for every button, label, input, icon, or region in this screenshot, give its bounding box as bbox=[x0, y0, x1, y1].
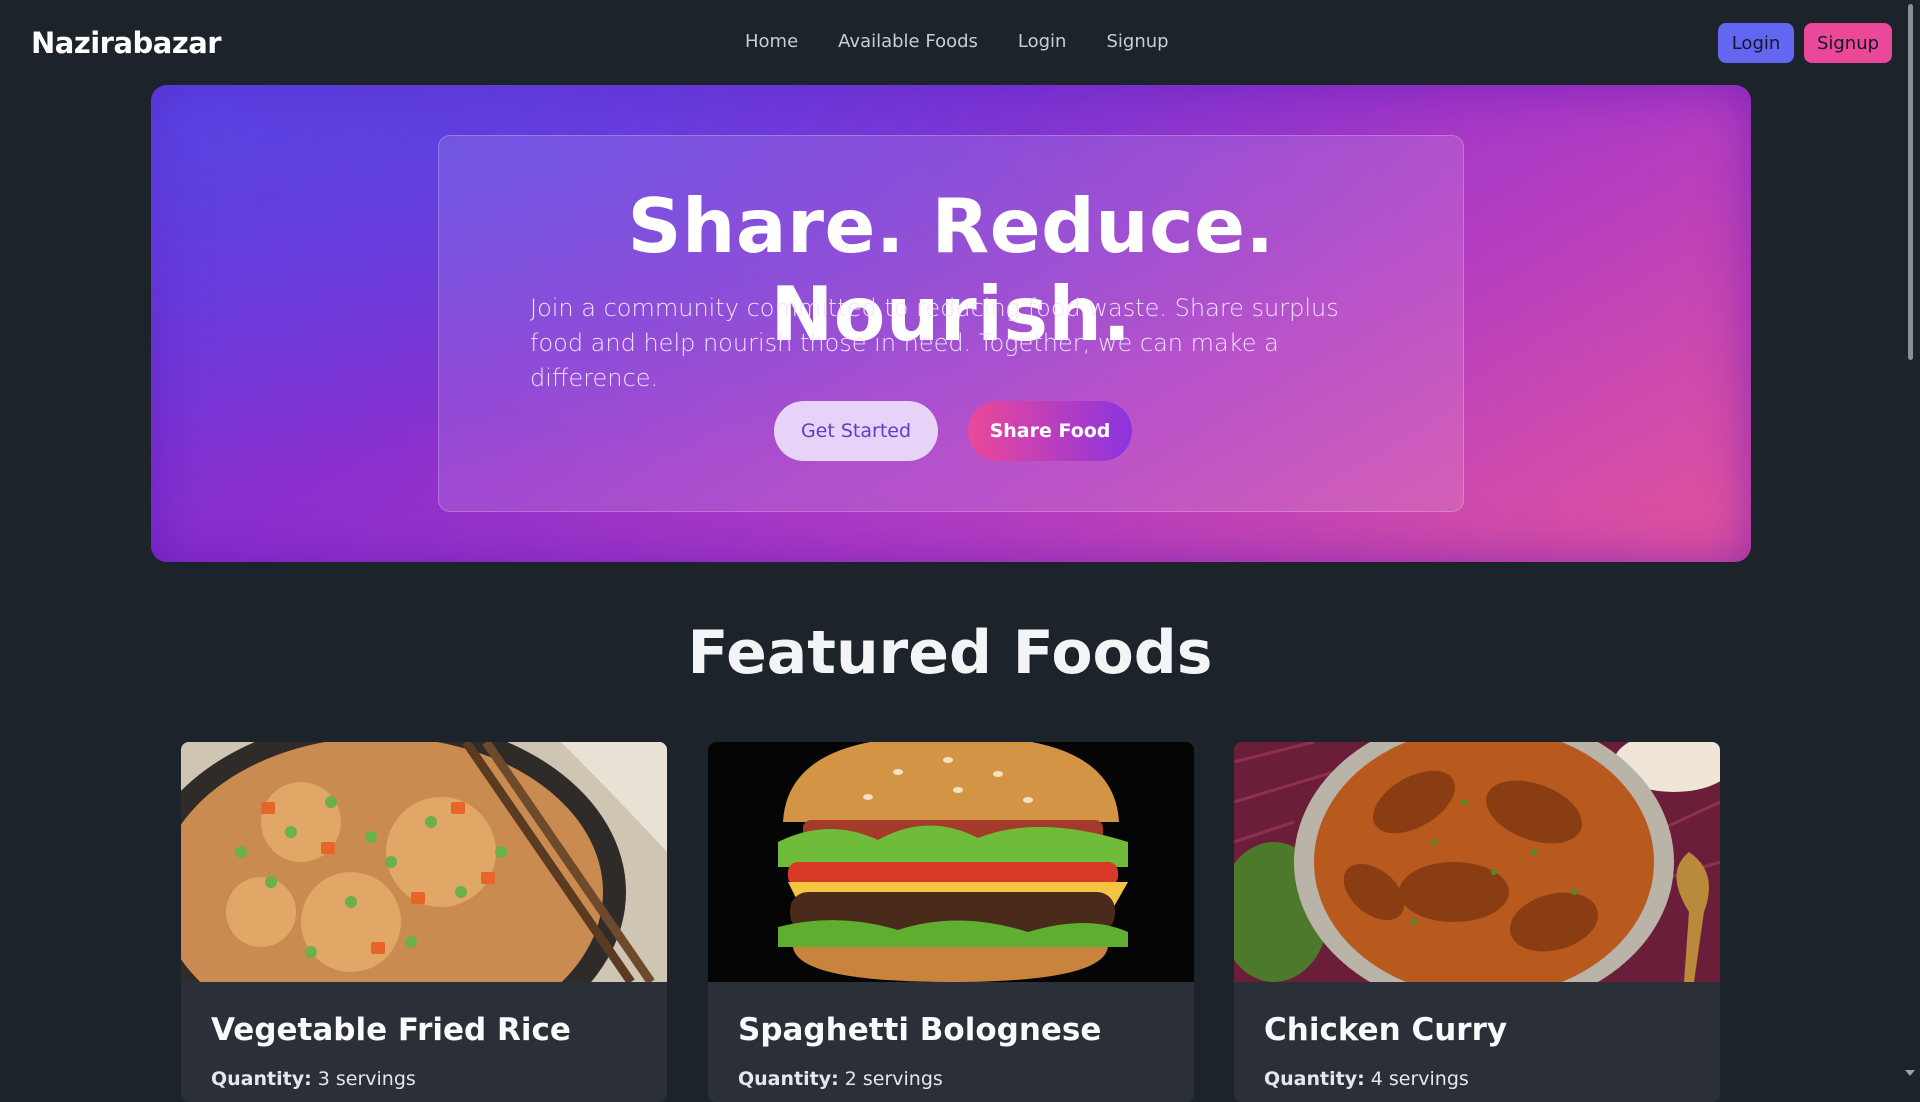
nav-link-home[interactable]: Home bbox=[745, 31, 798, 52]
share-food-button[interactable]: Share Food bbox=[968, 401, 1132, 461]
food-quantity: Quantity: 3 servings bbox=[211, 1068, 416, 1090]
navbar: Nazirabazar Home Available Foods Login S… bbox=[0, 0, 1900, 86]
scrollbar[interactable] bbox=[1900, 0, 1920, 1080]
fried-rice-image bbox=[181, 742, 667, 982]
food-quantity: Quantity: 4 servings bbox=[1264, 1068, 1469, 1090]
get-started-button[interactable]: Get Started bbox=[774, 401, 938, 461]
nav-link-available-foods[interactable]: Available Foods bbox=[838, 31, 978, 52]
food-name: Spaghetti Bolognese bbox=[738, 1012, 1102, 1048]
hero-banner: Share. Reduce. Nourish. Join a community… bbox=[151, 85, 1751, 562]
scroll-down-icon[interactable] bbox=[1905, 1070, 1915, 1076]
hero-subtitle: Join a community committed to reducing f… bbox=[530, 294, 1339, 392]
login-button[interactable]: Login bbox=[1718, 23, 1794, 63]
food-card-chicken-curry[interactable]: Chicken Curry Quantity: 4 servings bbox=[1234, 742, 1720, 1102]
food-card-spaghetti-bolognese[interactable]: Spaghetti Bolognese Quantity: 2 servings bbox=[708, 742, 1194, 1102]
scrollbar-thumb[interactable] bbox=[1908, 4, 1913, 360]
signup-button[interactable]: Signup bbox=[1804, 23, 1892, 63]
food-quantity: Quantity: 2 servings bbox=[738, 1068, 943, 1090]
quantity-value: 3 servings bbox=[317, 1068, 416, 1090]
quantity-label: Quantity: bbox=[738, 1068, 839, 1090]
nav-link-login[interactable]: Login bbox=[1018, 31, 1067, 52]
chicken-curry-image bbox=[1234, 742, 1720, 982]
food-card-fried-rice[interactable]: Vegetable Fried Rice Quantity: 3 serving… bbox=[181, 742, 667, 1102]
food-name: Vegetable Fried Rice bbox=[211, 1012, 571, 1048]
quantity-label: Quantity: bbox=[1264, 1068, 1365, 1090]
food-name: Chicken Curry bbox=[1264, 1012, 1508, 1048]
nav-links: Home Available Foods Login Signup bbox=[745, 31, 1169, 52]
brand-logo[interactable]: Nazirabazar bbox=[31, 26, 222, 60]
quantity-label: Quantity: bbox=[211, 1068, 312, 1090]
featured-foods-title: Featured Foods bbox=[687, 618, 1213, 688]
quantity-value: 2 servings bbox=[844, 1068, 943, 1090]
nav-link-signup[interactable]: Signup bbox=[1106, 31, 1168, 52]
quantity-value: 4 servings bbox=[1370, 1068, 1469, 1090]
burger-image bbox=[708, 742, 1194, 982]
hero-card: Share. Reduce. Nourish. Join a community… bbox=[438, 135, 1464, 512]
